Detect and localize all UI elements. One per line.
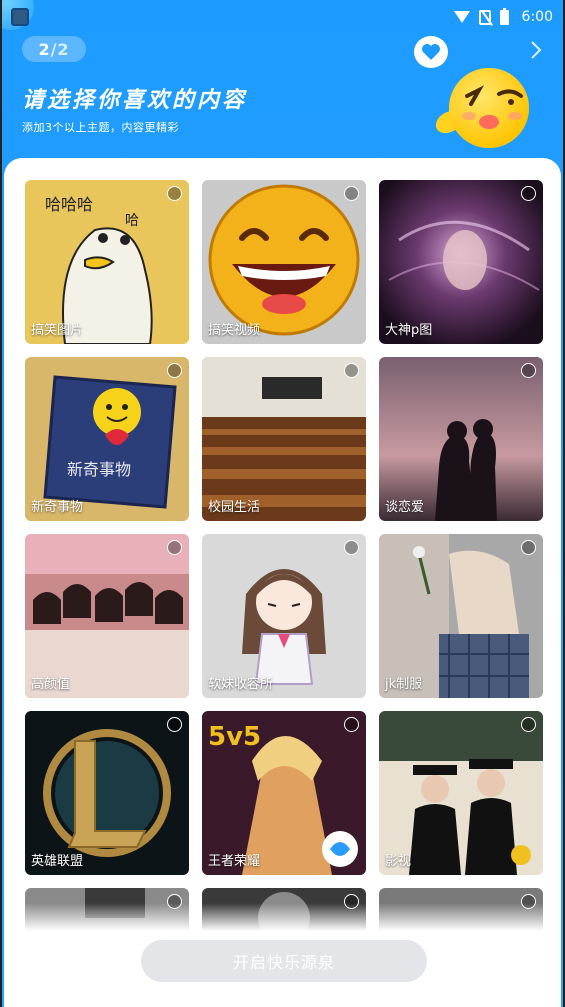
- topic-tile[interactable]: 哈哈哈 哈 搞笑图片: [25, 180, 189, 344]
- select-radio[interactable]: [167, 186, 182, 201]
- topic-tile[interactable]: 影视: [379, 711, 543, 875]
- select-radio[interactable]: [167, 363, 182, 378]
- svg-text:哈哈哈: 哈哈哈: [45, 195, 93, 214]
- topic-label: jk制服: [385, 677, 423, 692]
- topic-label: 英雄联盟: [31, 854, 84, 869]
- select-radio[interactable]: [167, 540, 182, 555]
- select-radio[interactable]: [521, 540, 536, 555]
- select-radio[interactable]: [167, 717, 182, 732]
- select-radio[interactable]: [344, 717, 359, 732]
- topic-tile[interactable]: 5v5 王者荣耀: [202, 711, 366, 875]
- step-separator: /: [50, 39, 58, 59]
- svg-text:5v5: 5v5: [208, 722, 261, 752]
- select-radio[interactable]: [344, 540, 359, 555]
- topic-label: 谈恋爱: [385, 500, 425, 515]
- step-indicator: 2 / 2: [22, 36, 86, 62]
- topic-label: 大神p图: [385, 323, 433, 338]
- select-radio[interactable]: [521, 717, 536, 732]
- select-radio[interactable]: [344, 186, 359, 201]
- topic-tile[interactable]: 谈恋爱: [379, 357, 543, 521]
- topic-label: 校园生活: [208, 500, 261, 515]
- topic-label: 高颜值: [31, 677, 71, 692]
- topic-tile[interactable]: 软妹收容所: [202, 534, 366, 698]
- screen: 6:00 2 / 2 请选择你喜欢的内容 添加3个以上主题，内容更精彩 哈哈哈 …: [0, 0, 565, 1007]
- topic-tile[interactable]: 英雄联盟: [25, 711, 189, 875]
- no-sim-icon: [478, 9, 491, 25]
- wifi-icon: [453, 11, 470, 23]
- topic-tile[interactable]: 大神p图: [379, 180, 543, 344]
- topic-label: 王者荣耀: [208, 854, 261, 869]
- page-subtitle: 添加3个以上主题，内容更精彩: [22, 121, 179, 134]
- topic-tile[interactable]: jk制服: [379, 534, 543, 698]
- topic-label: 搞笑视频: [208, 323, 261, 338]
- page-title: 请选择你喜欢的内容: [22, 88, 248, 113]
- topic-tile[interactable]: 校园生活: [202, 357, 366, 521]
- topic-label: 新奇事物: [31, 500, 84, 515]
- svg-text:新奇事物: 新奇事物: [67, 460, 131, 479]
- topic-label: 影视: [385, 854, 412, 869]
- topic-panel: 哈哈哈 哈 搞笑图片 搞笑视频 大神p图 新奇事物 新奇事物 校园生活 谈恋爱 …: [4, 158, 561, 1007]
- topic-tile[interactable]: 高颜值: [25, 534, 189, 698]
- topic-grid: 哈哈哈 哈 搞笑图片 搞笑视频 大神p图 新奇事物 新奇事物 校园生活 谈恋爱 …: [25, 180, 545, 1007]
- topic-tile[interactable]: 搞笑视频: [202, 180, 366, 344]
- select-radio[interactable]: [521, 186, 536, 201]
- status-time: 6:00: [521, 9, 553, 25]
- step-current: 2: [38, 39, 51, 59]
- start-button[interactable]: 开启快乐源泉: [141, 940, 427, 982]
- mascot-emoji-icon: [435, 68, 529, 148]
- battery-icon: [499, 7, 509, 25]
- select-radio[interactable]: [344, 363, 359, 378]
- topic-tile[interactable]: 新奇事物 新奇事物: [25, 357, 189, 521]
- svg-text:哈: 哈: [125, 213, 139, 229]
- select-radio[interactable]: [521, 363, 536, 378]
- topic-label: 软妹收容所: [208, 677, 274, 692]
- step-total: 2: [57, 39, 70, 59]
- status-bar: 6:00: [2, 0, 563, 34]
- topic-label: 搞笑图片: [31, 323, 84, 338]
